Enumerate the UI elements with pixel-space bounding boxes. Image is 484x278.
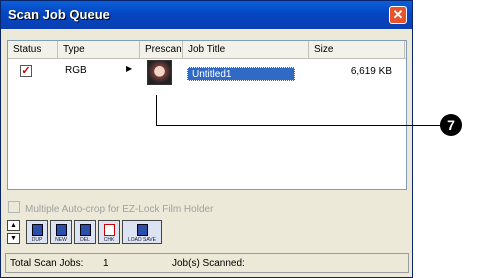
column-header-prescan[interactable]: Prescan bbox=[140, 41, 183, 58]
callout-number: 7 bbox=[440, 114, 462, 136]
column-header-type[interactable]: Type bbox=[58, 41, 140, 58]
multi-autocrop-option: Multiple Auto-crop for EZ-Lock Film Hold… bbox=[8, 201, 213, 215]
multi-autocrop-label: Multiple Auto-crop for EZ-Lock Film Hold… bbox=[25, 204, 214, 215]
scan-job-queue-window: Scan Job Queue ✕ Status Type Prescan Job… bbox=[0, 0, 413, 278]
status-bar: Total Scan Jobs: 1 Job(s) Scanned: bbox=[5, 253, 409, 273]
duplicate-label: DUP bbox=[31, 237, 43, 243]
total-jobs-label: Total Scan Jobs: bbox=[10, 258, 84, 269]
load-save-icon bbox=[137, 224, 148, 236]
delete-button[interactable]: DEL bbox=[74, 220, 96, 244]
size-value: 6,619 KB bbox=[350, 66, 392, 77]
check-icon bbox=[104, 224, 115, 236]
new-button[interactable]: NEW bbox=[50, 220, 72, 244]
type-value: RGB bbox=[65, 65, 87, 76]
window-title: Scan Job Queue bbox=[8, 7, 110, 22]
new-label: NEW bbox=[55, 237, 67, 243]
move-down-button[interactable]: ▼ bbox=[7, 233, 20, 244]
job-list[interactable]: Status Type Prescan Job Title Size ✓ RGB… bbox=[7, 40, 407, 190]
table-row[interactable]: ✓ RGB ▶ Untitled1 6,619 KB bbox=[8, 59, 406, 89]
move-up-button[interactable]: ▲ bbox=[7, 220, 20, 231]
check-label: CHK bbox=[103, 237, 115, 243]
duplicate-button[interactable]: DUP bbox=[26, 220, 48, 244]
load-save-label: LOAD SAVE bbox=[128, 237, 156, 243]
job-title-cell[interactable]: Untitled1 bbox=[187, 67, 295, 81]
multi-autocrop-checkbox[interactable] bbox=[8, 201, 20, 213]
jobs-scanned-label: Job(s) Scanned: bbox=[172, 258, 245, 269]
callout-leader-horizontal bbox=[156, 125, 441, 126]
status-checkbox[interactable]: ✓ bbox=[20, 65, 32, 77]
column-header-job-title[interactable]: Job Title bbox=[183, 41, 309, 58]
prescan-thumbnail[interactable] bbox=[147, 60, 172, 85]
load-save-button[interactable]: LOAD SAVE bbox=[122, 220, 162, 244]
column-header-size[interactable]: Size bbox=[309, 41, 405, 58]
new-icon bbox=[56, 224, 67, 236]
delete-icon bbox=[80, 224, 91, 236]
column-header-status[interactable]: Status bbox=[8, 41, 58, 58]
callout-leader-vertical bbox=[156, 95, 157, 126]
expand-arrow-icon[interactable]: ▶ bbox=[126, 64, 132, 73]
close-button[interactable]: ✕ bbox=[389, 6, 407, 24]
list-header: Status Type Prescan Job Title Size bbox=[8, 41, 406, 59]
total-jobs-value: 1 bbox=[103, 258, 109, 269]
delete-label: DEL bbox=[80, 237, 90, 243]
duplicate-icon bbox=[32, 224, 43, 236]
title-bar: Scan Job Queue ✕ bbox=[1, 1, 412, 29]
check-button[interactable]: CHK bbox=[98, 220, 120, 244]
